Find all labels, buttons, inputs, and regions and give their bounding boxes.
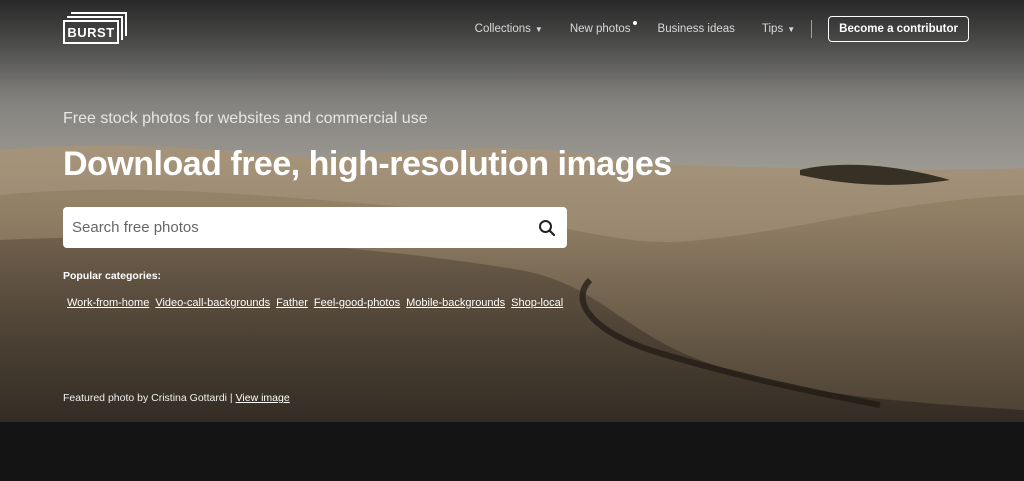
category-work-from-home[interactable]: Work-from-home (67, 297, 149, 309)
search-input[interactable] (63, 207, 527, 248)
logo-text: BURST (63, 20, 119, 44)
caret-down-icon: ▼ (534, 24, 543, 34)
nav-new-photos-label: New photos (569, 23, 631, 35)
hero-subtitle: Free stock photos for websites and comme… (63, 110, 428, 127)
nav-tips[interactable]: Tips ▼ (762, 23, 795, 35)
burst-logo[interactable]: BURST (63, 12, 127, 44)
popular-categories-label: Popular categories: (63, 270, 162, 282)
new-indicator-dot (632, 21, 637, 25)
search-icon[interactable] (527, 207, 567, 248)
nav-tips-label: Tips (761, 23, 784, 35)
category-links: Work-from-home Video-call-backgrounds Fa… (67, 297, 569, 309)
nav-collections-label: Collections (474, 23, 531, 35)
search-bar (63, 207, 567, 248)
page-below-hero (0, 422, 1024, 481)
nav-collections[interactable]: Collections ▼ (475, 23, 543, 35)
nav-business-ideas-label: Business ideas (657, 23, 735, 35)
view-image-link[interactable]: View image (236, 392, 290, 404)
become-contributor-button[interactable]: Become a contributor (828, 16, 969, 42)
category-feel-good-photos[interactable]: Feel-good-photos (314, 297, 400, 309)
nav-new-photos[interactable]: New photos (569, 21, 637, 35)
category-mobile-backgrounds[interactable]: Mobile-backgrounds (406, 297, 505, 309)
category-video-call-backgrounds[interactable]: Video-call-backgrounds (155, 297, 270, 309)
hero-section: BURST Collections ▼ New photos Business … (0, 0, 1024, 422)
main-nav: Collections ▼ New photos Business ideas … (448, 16, 969, 42)
caret-down-icon: ▼ (787, 24, 796, 34)
category-father[interactable]: Father (276, 297, 308, 309)
photo-credit: Featured photo by Cristina Gottardi | Vi… (63, 392, 290, 404)
category-shop-local[interactable]: Shop-local (511, 297, 563, 309)
hero-headline: Download free, high-resolution images (63, 145, 672, 183)
nav-divider (811, 20, 813, 38)
nav-business-ideas[interactable]: Business ideas (658, 23, 735, 35)
photo-credit-text: Featured photo by Cristina Gottardi | (63, 392, 233, 404)
